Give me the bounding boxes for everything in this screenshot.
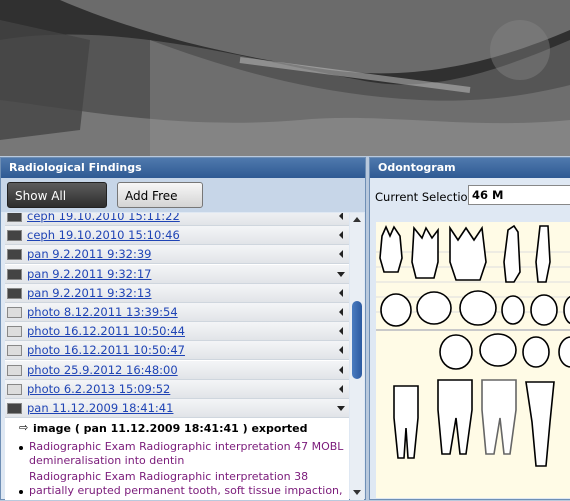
- findings-list-item[interactable]: photo 8.12.2011 13:39:54: [5, 303, 349, 322]
- expand-arrow-icon[interactable]: [339, 308, 343, 316]
- findings-list-item[interactable]: pan 9.2.2011 9:32:17: [5, 264, 349, 284]
- image-thumbnail-icon: [7, 307, 22, 318]
- findings-item-link[interactable]: pan 9.2.2011 9:32:13: [27, 286, 152, 300]
- finding-detail-text: demineralisation into dentin: [29, 454, 185, 468]
- findings-item-link[interactable]: ceph 19.10.2010 15:11:22: [27, 213, 180, 223]
- expand-arrow-icon[interactable]: [339, 327, 343, 336]
- odontogram-panel: Odontogram Current Selection: 46 M: [369, 157, 570, 500]
- findings-item-link[interactable]: ceph 19.10.2010 15:10:46: [27, 228, 180, 242]
- tooth-upper-2: [411, 225, 439, 279]
- crown-upper-6: [563, 295, 570, 325]
- findings-list: ceph 19.10.2010 15:11:22 ceph 19.10.2010 …: [5, 213, 349, 500]
- add-free-text-button[interactable]: Add Free Text: [117, 182, 203, 229]
- crown-upper-3: [459, 290, 497, 326]
- findings-scrollbar[interactable]: [350, 213, 364, 500]
- scroll-up-arrow-icon[interactable]: [353, 217, 361, 222]
- findings-item-link[interactable]: photo 16.12.2011 10:50:47: [27, 343, 185, 357]
- findings-list-item[interactable]: pan 9.2.2011 9:32:13: [5, 283, 349, 303]
- bullet-icon: [19, 446, 23, 451]
- image-thumbnail-icon: [7, 383, 22, 395]
- findings-item-link[interactable]: pan 9.2.2011 9:32:39: [27, 247, 152, 261]
- image-thumbnail-icon: [7, 230, 22, 242]
- image-thumbnail-icon: [7, 364, 22, 376]
- findings-list-item[interactable]: pan 11.12.2009 18:41:41: [5, 399, 349, 418]
- crown-lower-2: [479, 333, 517, 367]
- crown-lower-1: [439, 334, 473, 370]
- findings-item-link[interactable]: photo 25.9.2012 16:48:00: [27, 363, 178, 377]
- current-selection-field[interactable]: 46 M: [468, 185, 570, 205]
- findings-item-link[interactable]: pan 9.2.2011 9:32:17: [27, 267, 152, 281]
- findings-list-item[interactable]: ceph 19.10.2010 15:11:22: [5, 213, 349, 226]
- scrollbar-thumb[interactable]: [352, 301, 362, 379]
- expand-arrow-icon[interactable]: [339, 384, 343, 393]
- collapse-arrow-icon[interactable]: [337, 406, 345, 411]
- finding-detail-text: partially erupted permanent tooth, soft …: [29, 484, 343, 498]
- findings-list-item[interactable]: photo 16.12.2011 10:50:44: [5, 322, 349, 342]
- image-thumbnail-icon: [7, 268, 22, 280]
- expand-arrow-icon[interactable]: [339, 213, 343, 220]
- findings-item-link[interactable]: photo 6.2.2013 15:09:52: [27, 382, 170, 396]
- finding-detail-text: Radiographic Exam Radiographic interpret…: [29, 440, 344, 454]
- expand-arrow-icon[interactable]: [339, 365, 343, 374]
- collapse-arrow-icon[interactable]: [337, 271, 345, 277]
- findings-list-item[interactable]: photo 6.2.2013 15:09:52: [5, 379, 349, 399]
- image-thumbnail-icon: [7, 326, 22, 338]
- expand-arrow-icon[interactable]: [339, 346, 343, 355]
- findings-item-link[interactable]: photo 16.12.2011 10:50:44: [27, 324, 185, 338]
- crown-upper-5: [530, 294, 558, 326]
- finding-detail-text: image ( pan 11.12.2009 18:41:41 ) export…: [33, 422, 308, 436]
- crown-upper-4: [501, 295, 525, 325]
- odontogram-header: Odontogram: [370, 158, 570, 178]
- image-thumbnail-icon: [7, 287, 22, 299]
- findings-header: Radiological Findings: [1, 158, 365, 178]
- expand-arrow-icon[interactable]: [339, 231, 343, 240]
- xray-image: [0, 0, 570, 156]
- show-all-images-button[interactable]: Show All Images: [7, 182, 107, 229]
- bullet-icon: [19, 490, 23, 495]
- crown-upper-2: [416, 291, 452, 325]
- findings-item-link[interactable]: photo 8.12.2011 13:39:54: [27, 305, 178, 319]
- odontogram-chart[interactable]: [376, 222, 570, 498]
- findings-toolbar: Show All Images Add Free Text: [1, 178, 365, 229]
- findings-list-item[interactable]: photo 16.12.2011 10:50:47: [5, 341, 349, 361]
- finding-detail-text: Radiographic Exam Radiographic interpret…: [29, 470, 309, 484]
- findings-item-link[interactable]: pan 11.12.2009 18:41:41: [27, 401, 173, 415]
- image-thumbnail-icon: [7, 249, 22, 261]
- tooth-upper-4: [503, 224, 521, 283]
- tooth-upper-1: [379, 225, 403, 273]
- tooth-upper-3: [449, 225, 487, 281]
- current-selection-label: Current Selection:: [375, 190, 479, 204]
- export-icon: ⇨: [19, 421, 29, 435]
- finding-detail: image ( pan 11.12.2009 18:41:41 ) export…: [5, 418, 349, 500]
- expand-arrow-icon[interactable]: [339, 288, 343, 297]
- crown-lower-3: [522, 336, 550, 368]
- expand-arrow-icon[interactable]: [339, 250, 343, 259]
- findings-list-item[interactable]: photo 25.9.2012 16:48:00: [5, 360, 349, 380]
- crown-upper-1: [380, 293, 412, 327]
- tooth-upper-5: [535, 225, 551, 283]
- radiological-findings-panel: Radiological Findings Show All Images Ad…: [0, 157, 366, 500]
- findings-list-item[interactable]: pan 9.2.2011 9:32:39: [5, 245, 349, 265]
- image-thumbnail-icon: [7, 403, 22, 414]
- findings-list-item[interactable]: ceph 19.10.2010 15:10:46: [5, 226, 349, 246]
- scroll-down-arrow-icon[interactable]: [353, 490, 361, 495]
- image-thumbnail-icon: [7, 345, 22, 357]
- image-thumbnail-icon: [7, 213, 22, 222]
